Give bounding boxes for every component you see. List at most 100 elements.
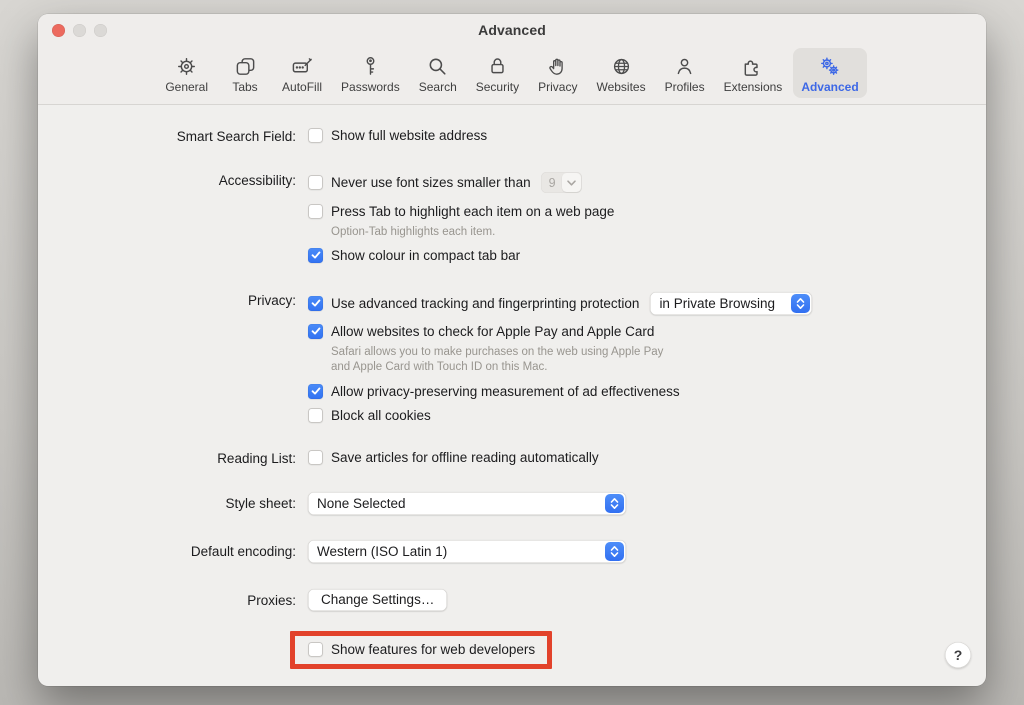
press-tab-note: Option-Tab highlights each item. (331, 225, 614, 241)
font-size-value: 9 (549, 176, 556, 190)
tab-general[interactable]: General (157, 48, 216, 98)
row-label: Style sheet: (38, 492, 296, 511)
puzzle-icon (741, 54, 765, 78)
chevron-down-icon (562, 173, 581, 192)
tracking-protection-option[interactable]: Use advanced tracking and fingerprinting… (308, 292, 812, 315)
tab-security[interactable]: Security (468, 48, 527, 98)
web-developers-row: Show features for web developers (38, 638, 986, 669)
minimize-button[interactable] (73, 24, 86, 37)
zoom-button[interactable] (94, 24, 107, 37)
row-label: Default encoding: (38, 540, 296, 559)
style-sheet-select[interactable]: None Selected (308, 492, 626, 515)
compact-tab-colour-option[interactable]: Show colour in compact tab bar (308, 248, 614, 263)
tab-search[interactable]: Search (411, 48, 465, 98)
autofill-icon (290, 54, 314, 78)
option-label: Show full website address (331, 128, 487, 143)
option-label: Block all cookies (331, 408, 431, 423)
tabs-icon (233, 54, 257, 78)
row-label: Accessibility: (38, 172, 296, 188)
default-encoding-select[interactable]: Western (ISO Latin 1) (308, 540, 626, 563)
row-label: Privacy: (38, 292, 296, 308)
key-icon (358, 54, 382, 78)
change-settings-button[interactable]: Change Settings… (308, 589, 447, 611)
option-label: Show colour in compact tab bar (331, 248, 520, 263)
tab-extensions[interactable]: Extensions (716, 48, 791, 98)
font-size-select[interactable]: 9 (541, 172, 582, 193)
stepper-icon (791, 294, 810, 313)
gears-icon (818, 54, 842, 78)
accessibility-row: Accessibility: Never use font sizes smal… (38, 172, 986, 263)
help-button[interactable]: ? (945, 642, 971, 668)
ad-measurement-checkbox[interactable] (308, 384, 323, 399)
row-label: Reading List: (38, 450, 296, 466)
block-cookies-option[interactable]: Block all cookies (308, 408, 812, 423)
tracking-protection-checkbox[interactable] (308, 296, 323, 311)
option-label: Allow websites to check for Apple Pay an… (331, 324, 654, 339)
tab-privacy[interactable]: Privacy (530, 48, 585, 98)
advanced-settings-pane: Smart Search Field: Show full website ad… (38, 105, 986, 669)
window-chrome: Advanced General T (38, 14, 986, 105)
tab-label: Security (476, 81, 519, 93)
option-label: Allow privacy-preserving measurement of … (331, 384, 680, 399)
search-icon (426, 54, 450, 78)
gear-icon (175, 54, 199, 78)
block-cookies-checkbox[interactable] (308, 408, 323, 423)
show-full-address-option[interactable]: Show full website address (308, 128, 487, 143)
tab-websites[interactable]: Websites (588, 48, 653, 98)
tab-label: Tabs (232, 81, 257, 93)
default-encoding-row: Default encoding: Western (ISO Latin 1) (38, 540, 986, 563)
desktop: { "window": { "title": "Advanced", "help… (0, 0, 1024, 705)
apple-pay-checkbox[interactable] (308, 324, 323, 339)
tab-advanced[interactable]: Advanced (793, 48, 866, 98)
row-label: Smart Search Field: (38, 128, 296, 144)
offline-reading-checkbox[interactable] (308, 450, 323, 465)
tab-label: Extensions (724, 81, 783, 93)
tab-label: Passwords (341, 81, 400, 93)
tab-label: Profiles (665, 81, 705, 93)
default-encoding-value: Western (ISO Latin 1) (317, 544, 447, 559)
compact-tab-colour-checkbox[interactable] (308, 248, 323, 263)
lock-icon (485, 54, 509, 78)
reading-list-row: Reading List: Save articles for offline … (38, 450, 986, 466)
apple-pay-note: Safari allows you to make purchases on t… (331, 345, 812, 376)
min-font-size-option[interactable]: Never use font sizes smaller than 9 (308, 172, 614, 193)
privacy-row: Privacy: Use advanced tracking and finge… (38, 292, 986, 423)
tab-passwords[interactable]: Passwords (333, 48, 408, 98)
web-developers-option[interactable]: Show features for web developers (308, 642, 535, 657)
option-label: Save articles for offline reading automa… (331, 450, 599, 465)
apple-pay-option[interactable]: Allow websites to check for Apple Pay an… (308, 324, 812, 339)
tracking-scope-select[interactable]: in Private Browsing (650, 292, 812, 315)
smart-search-row: Smart Search Field: Show full website ad… (38, 128, 986, 144)
style-sheet-value: None Selected (317, 496, 406, 511)
ad-measurement-option[interactable]: Allow privacy-preserving measurement of … (308, 384, 812, 399)
window-title: Advanced (478, 22, 546, 38)
tab-label: AutoFill (282, 81, 322, 93)
globe-icon (609, 54, 633, 78)
tab-label: General (165, 81, 208, 93)
safari-preferences-window: Advanced General T (38, 14, 986, 686)
option-label: Never use font sizes smaller than (331, 175, 531, 190)
preferences-toolbar: General Tabs (38, 46, 986, 98)
traffic-lights (52, 24, 107, 37)
close-button[interactable] (52, 24, 65, 37)
tab-label: Search (419, 81, 457, 93)
annotation-highlight-box: Show features for web developers (290, 631, 552, 669)
option-label: Press Tab to highlight each item on a we… (331, 204, 614, 219)
proxies-row: Proxies: Change Settings… (38, 589, 986, 611)
tab-label: Websites (596, 81, 645, 93)
row-label: Proxies: (38, 589, 296, 608)
style-sheet-row: Style sheet: None Selected (38, 492, 986, 515)
stepper-icon (605, 494, 624, 513)
option-label: Use advanced tracking and fingerprinting… (331, 296, 639, 311)
press-tab-checkbox[interactable] (308, 204, 323, 219)
show-full-address-checkbox[interactable] (308, 128, 323, 143)
tab-label: Privacy (538, 81, 577, 93)
tab-tabs[interactable]: Tabs (219, 48, 271, 98)
press-tab-option[interactable]: Press Tab to highlight each item on a we… (308, 204, 614, 219)
offline-reading-option[interactable]: Save articles for offline reading automa… (308, 450, 599, 465)
min-font-size-checkbox[interactable] (308, 175, 323, 190)
tab-profiles[interactable]: Profiles (657, 48, 713, 98)
web-developers-checkbox[interactable] (308, 642, 323, 657)
tab-autofill[interactable]: AutoFill (274, 48, 330, 98)
hand-icon (546, 54, 570, 78)
